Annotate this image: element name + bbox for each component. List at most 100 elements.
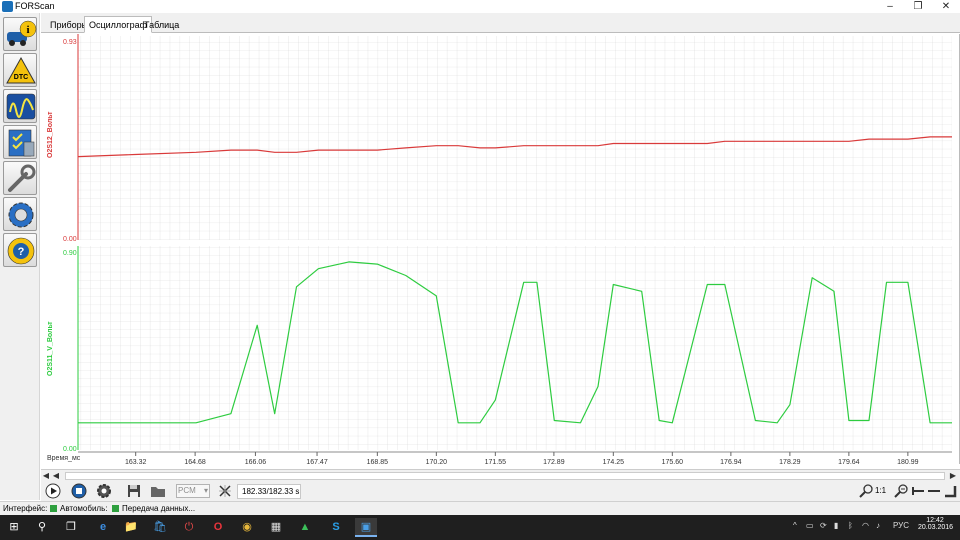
zoom-out-button[interactable]	[892, 483, 910, 500]
time-position-display: 182.33/182.33 s	[237, 484, 301, 499]
wrench-icon	[8, 164, 36, 192]
settings-button[interactable]	[95, 483, 113, 500]
x-tick-label: 164.68	[184, 459, 206, 464]
transfer-status: Передача данных...	[122, 504, 196, 513]
vehicle-status-led	[112, 505, 119, 512]
save-button[interactable]	[125, 483, 143, 500]
stop-button[interactable]	[70, 483, 88, 500]
windows-taskbar: ⊞ ⚲ ❐ e 📁 🛍 ⏻ O ◉ ▦ ▲ S ▣ ^ ▭ ⟳ ▮ ᛒ ◠ ♪ …	[0, 515, 960, 540]
x-tick-label: 163.32	[125, 459, 147, 464]
sidebar-item-configuration[interactable]	[3, 197, 37, 231]
reset-button[interactable]	[216, 483, 234, 500]
forscan-app-icon	[2, 1, 13, 12]
bottom-ymax-label: 0.90	[63, 250, 77, 257]
fit-both-icon	[928, 490, 940, 492]
zoom-out-icon	[894, 484, 908, 498]
search-icon[interactable]: ⚲	[31, 518, 53, 537]
cross-grid-icon	[219, 485, 231, 497]
chrome-icon[interactable]: ◉	[236, 518, 258, 537]
x-tick-label: 172.89	[543, 459, 565, 464]
sidebar-item-help[interactable]: ?	[3, 233, 37, 267]
svg-text:i: i	[26, 24, 29, 36]
sidebar-item-oscilloscope[interactable]	[3, 89, 37, 123]
calculator-icon[interactable]: ▦	[265, 518, 287, 537]
x-axis-label: Время_мс	[47, 455, 81, 462]
folder-open-icon	[151, 487, 165, 497]
scroll-right-icon[interactable]: ▶	[948, 471, 958, 481]
store-icon[interactable]: 🛍	[149, 518, 171, 537]
clock-date: 20.03.2016	[918, 524, 954, 531]
tray-arrow-icon[interactable]: ^	[793, 521, 797, 530]
edge-icon[interactable]: e	[92, 518, 114, 537]
x-tick-label: 180.99	[897, 459, 919, 464]
sync-icon[interactable]: ⟳	[820, 521, 827, 530]
fit-left-icon	[912, 487, 924, 495]
network-icon[interactable]: ▭	[806, 521, 814, 530]
tab-bar: Приборы Осциллограф Таблица	[41, 13, 960, 33]
power-app-icon[interactable]: ⏻	[178, 518, 200, 537]
top-channel-label: O2S12_Вольт	[47, 111, 54, 158]
minimize-icon[interactable]: ‒	[876, 0, 904, 13]
scroll-left-icon[interactable]: ◀	[51, 471, 61, 481]
volume-icon[interactable]: ♪	[876, 521, 880, 530]
zoom-in-button[interactable]	[857, 483, 875, 500]
oscilloscope-chart[interactable]: 163.32 164.68 166.06 167.47 168.85 170.20 171.…	[41, 34, 960, 466]
open-button[interactable]	[149, 483, 167, 500]
window-title: FORScan	[15, 1, 55, 11]
opera-icon[interactable]: O	[207, 518, 229, 537]
clock[interactable]: 12:42 20.03.2016	[918, 517, 954, 531]
wifi-icon[interactable]: ◠	[862, 521, 869, 530]
close-icon[interactable]: ✕	[932, 0, 960, 13]
dtc-warning-icon: DTC	[6, 56, 36, 84]
x-tick-label: 166.06	[245, 459, 267, 464]
skype-icon[interactable]: S	[325, 518, 347, 537]
scrollbar-track[interactable]	[65, 472, 945, 480]
ecu-select-value: PCM	[178, 486, 196, 495]
x-tick-label: 175.60	[662, 459, 684, 464]
zoom-ratio[interactable]: 1:1	[875, 486, 886, 495]
x-tick-label: 178.29	[779, 459, 801, 464]
bottom-channel-label: O2S11_V_Вольт	[47, 321, 54, 376]
tab-table[interactable]: Таблица	[139, 16, 184, 33]
chevron-down-icon: ▾	[203, 486, 208, 495]
sidebar-item-checklist[interactable]	[3, 125, 37, 159]
svg-text:?: ?	[18, 246, 25, 258]
fit-right-button[interactable]	[941, 483, 959, 500]
task-view-icon[interactable]: ❐	[60, 518, 82, 537]
sidebar: i DTC ?	[0, 13, 40, 500]
vehicle-label: Автомобиль:	[60, 504, 108, 513]
play-button[interactable]	[44, 483, 62, 500]
top-plot-grid	[78, 36, 952, 240]
forscan-taskbar-icon[interactable]: ▣	[355, 518, 377, 537]
play-icon	[45, 483, 61, 499]
oscilloscope-icon	[6, 93, 36, 120]
scroll-start-icon[interactable]: ◀	[41, 471, 51, 481]
language-indicator[interactable]: РУС	[893, 521, 909, 530]
explorer-icon[interactable]: 📁	[120, 518, 142, 537]
x-tick-label: 168.85	[367, 459, 389, 464]
sidebar-item-info[interactable]: i	[3, 17, 37, 51]
start-icon[interactable]: ⊞	[3, 518, 25, 537]
ecu-select[interactable]: PCM ▾	[176, 484, 210, 498]
battery-icon[interactable]: ▮	[834, 521, 838, 530]
drive-icon[interactable]: ▲	[294, 518, 316, 537]
interface-status-led	[50, 505, 57, 512]
x-tick-label: 176.94	[720, 459, 742, 464]
maximize-icon[interactable]: ❐	[904, 0, 932, 13]
help-icon: ?	[7, 237, 35, 265]
checklist-icon	[8, 129, 35, 157]
time-scrollbar[interactable]: ◀ ◀ ▶	[41, 469, 960, 481]
fit-corner-icon	[945, 486, 957, 498]
bottom-ymin-label: 0.00	[63, 446, 77, 453]
sidebar-item-dtc[interactable]: DTC	[3, 53, 37, 87]
car-info-icon: i	[7, 20, 37, 46]
bluetooth-icon[interactable]: ᛒ	[848, 521, 853, 530]
x-tick-label: 179.64	[838, 459, 860, 464]
x-tick-label: 174.25	[603, 459, 625, 464]
bottom-toolbar: PCM ▾ 182.33/182.33 s 1:1	[41, 481, 960, 501]
clock-time: 12:42	[926, 517, 944, 524]
top-ymax-label: 0.93	[63, 39, 77, 46]
x-tick-label: 167.47	[306, 459, 328, 464]
gear-icon	[8, 202, 34, 228]
sidebar-item-service[interactable]	[3, 161, 37, 195]
